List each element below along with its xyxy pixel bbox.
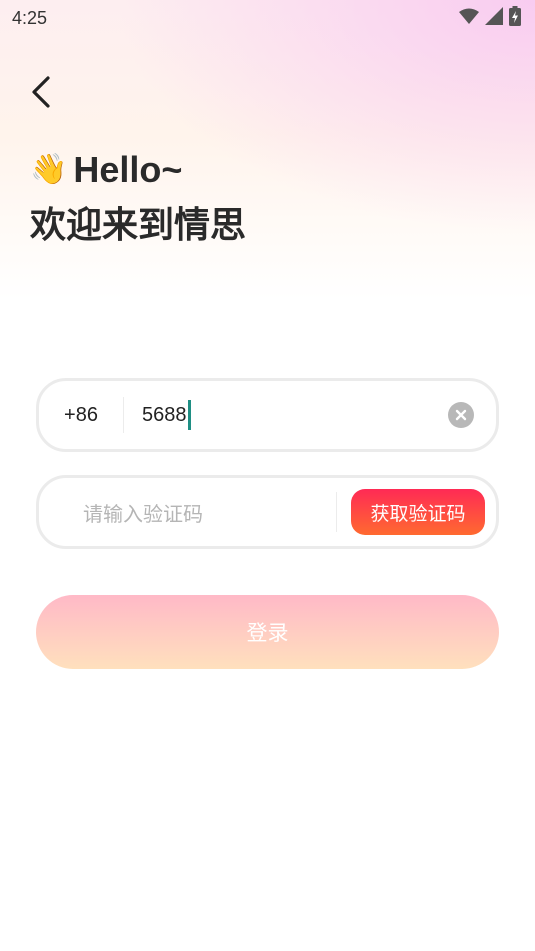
greeting: 👋 Hello~	[30, 148, 182, 192]
clear-button[interactable]	[448, 402, 474, 428]
text-caret	[187, 400, 191, 430]
login-button[interactable]: 登录	[36, 595, 499, 669]
welcome-title: 欢迎来到情思	[30, 205, 247, 246]
country-code-selector[interactable]: +86	[39, 404, 123, 427]
phone-input-value: 5688	[142, 403, 187, 426]
status-icons	[459, 6, 521, 30]
verification-code-input[interactable]: 请输入验证码	[39, 498, 336, 527]
wifi-icon	[459, 8, 479, 28]
phone-input[interactable]: 5688	[124, 400, 448, 430]
waving-hand-icon: 👋	[30, 152, 68, 187]
back-button[interactable]	[24, 74, 58, 114]
battery-charging-icon	[509, 6, 521, 30]
clear-circle-icon	[455, 406, 467, 425]
phone-field[interactable]: +86 5688	[36, 378, 499, 452]
hello-title: Hello~	[73, 149, 183, 190]
get-code-button[interactable]: 获取验证码	[351, 489, 485, 535]
verification-code-field[interactable]: 请输入验证码 获取验证码	[36, 475, 499, 549]
chevron-left-icon	[31, 76, 51, 112]
status-bar: 4:25	[0, 0, 535, 36]
status-time: 4:25	[12, 7, 48, 28]
field-divider	[336, 492, 337, 532]
signal-icon	[485, 7, 503, 29]
